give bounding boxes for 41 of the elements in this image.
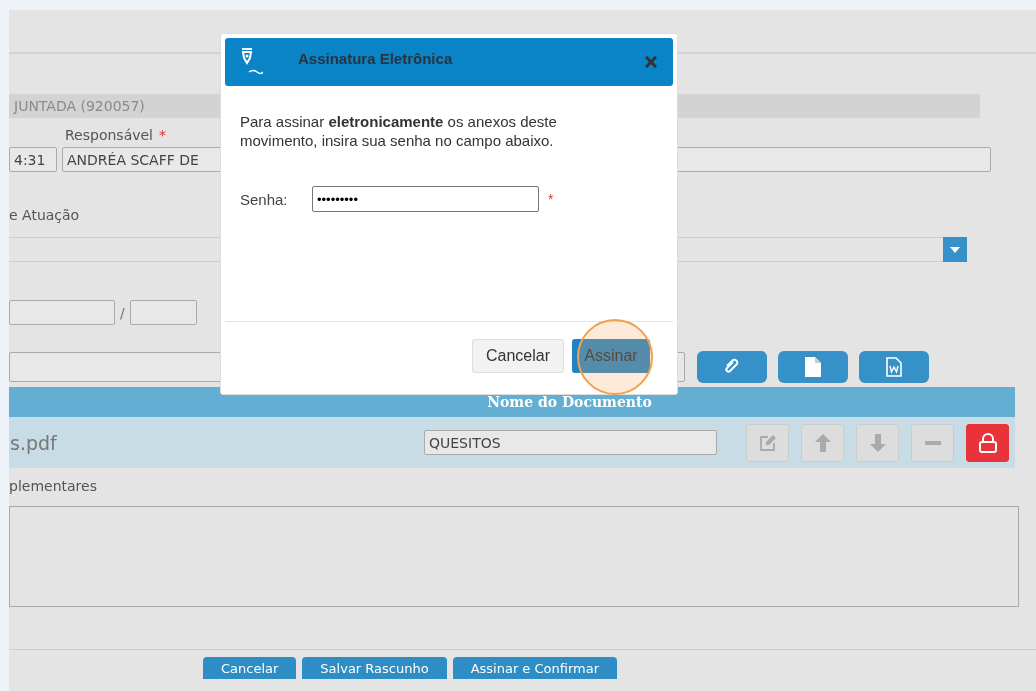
fountain-pen-icon bbox=[239, 48, 263, 76]
move-down-button[interactable] bbox=[856, 423, 899, 462]
minus-icon bbox=[924, 440, 941, 445]
word-document-button[interactable] bbox=[859, 351, 929, 383]
close-button[interactable] bbox=[643, 54, 659, 70]
footer-button[interactable]: Salvar Rascunho bbox=[302, 657, 447, 679]
number-field[interactable] bbox=[9, 300, 115, 325]
column-header: Nome do Documento bbox=[487, 394, 652, 410]
time-field[interactable]: 4:31 bbox=[9, 147, 57, 172]
responsible-label: Responsável bbox=[65, 127, 153, 143]
footer-button[interactable]: Cancelar bbox=[203, 657, 297, 679]
document-icon bbox=[805, 357, 821, 377]
attach-button[interactable] bbox=[697, 351, 767, 383]
dialog-message: Para assinar eletronicamente os anexos deste movimento, insira sua senha no campo abaixo. bbox=[240, 112, 558, 150]
required-mark: * bbox=[548, 191, 554, 207]
section-title: JUNTADA (920057) bbox=[14, 98, 145, 114]
arrow-up-icon bbox=[814, 433, 831, 452]
dropdown-caret-icon[interactable] bbox=[943, 237, 967, 262]
arrow-down-icon bbox=[869, 433, 886, 452]
notes-field[interactable] bbox=[9, 506, 1019, 607]
separator-text: / bbox=[120, 304, 125, 321]
new-document-button[interactable] bbox=[778, 351, 848, 383]
document-name-field[interactable]: QUESITOS bbox=[424, 430, 717, 455]
lock-button[interactable] bbox=[966, 423, 1009, 462]
file-name: s.pdf bbox=[9, 431, 58, 454]
dialog-title: Assinatura Eletrônica bbox=[298, 49, 454, 67]
area-label: e Atuação bbox=[9, 207, 81, 225]
required-mark: * bbox=[159, 127, 166, 143]
paperclip-icon bbox=[723, 358, 741, 376]
remove-button[interactable] bbox=[911, 423, 954, 462]
padlock-icon bbox=[978, 432, 997, 453]
edit-button[interactable] bbox=[746, 423, 789, 462]
move-up-button[interactable] bbox=[801, 423, 844, 462]
notes-label: plementares bbox=[9, 478, 98, 496]
password-field[interactable]: ••••••••• bbox=[312, 186, 539, 212]
edit-icon bbox=[758, 433, 777, 452]
cancel-button[interactable]: Cancelar bbox=[472, 339, 564, 373]
password-label: Senha: bbox=[240, 190, 289, 208]
word-file-icon bbox=[886, 357, 902, 377]
footer-button[interactable]: Assinar e Confirmar bbox=[452, 657, 618, 679]
year-field[interactable] bbox=[129, 300, 197, 325]
